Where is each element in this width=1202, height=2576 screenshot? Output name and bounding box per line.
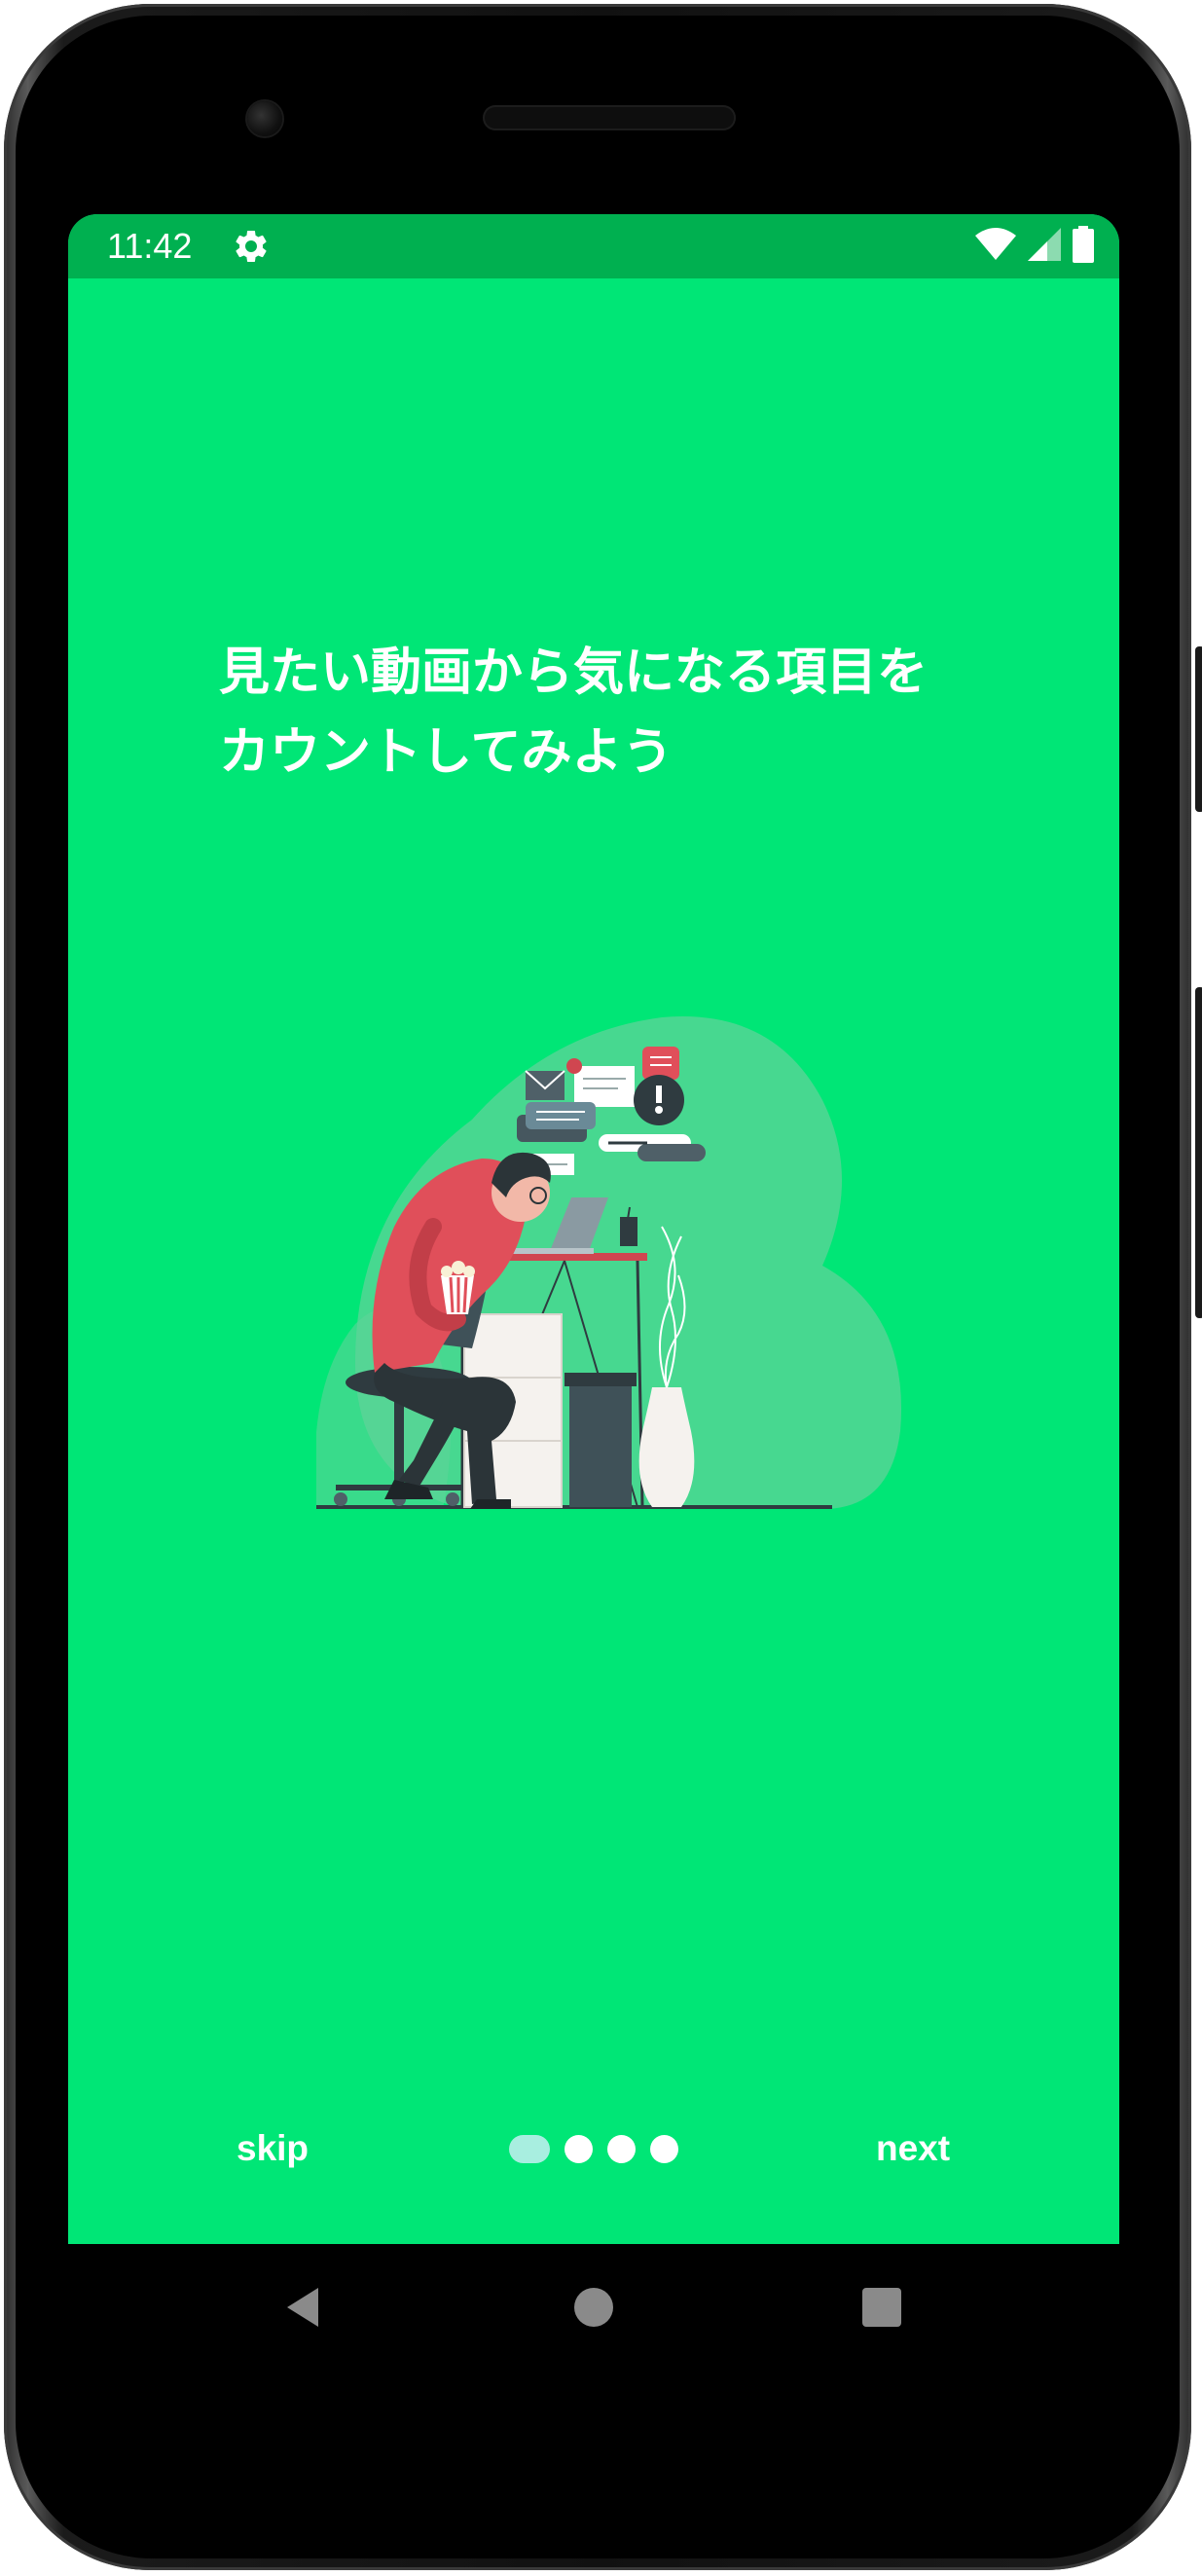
page-indicator [509, 2134, 678, 2163]
onboarding-bottom-bar: skip next [68, 2103, 1119, 2200]
page-indicator-dot-3[interactable] [607, 2134, 636, 2163]
volume-button [1195, 646, 1202, 812]
onboarding-illustration [314, 974, 949, 1538]
status-bar: 11:42 [68, 214, 1119, 278]
status-icons [975, 226, 1094, 267]
wifi-icon [975, 228, 1016, 265]
system-navigation-bar [68, 2244, 1119, 2371]
home-icon[interactable] [565, 2278, 623, 2337]
status-time: 11:42 [107, 226, 193, 266]
recents-icon[interactable] [853, 2278, 911, 2337]
power-button [1195, 987, 1202, 1318]
page-indicator-dot-4[interactable] [650, 2134, 678, 2163]
back-icon[interactable] [275, 2278, 334, 2337]
next-button[interactable]: next [876, 2124, 950, 2173]
page-indicator-dot-1[interactable] [509, 2134, 550, 2163]
onboarding-headline: 見たい動画から気になる項目を カウントしてみよう [219, 633, 1056, 792]
app-screen: 11:42 見たい動画から気になる項目を カウントしてみよう skip next [68, 214, 1119, 2244]
signal-icon [1028, 228, 1061, 265]
earpiece-speaker [483, 105, 736, 130]
battery-icon [1073, 226, 1094, 267]
headline-line-1: 見たい動画から気になる項目を [219, 644, 929, 702]
settings-icon [232, 227, 271, 266]
front-camera [247, 101, 282, 136]
page-indicator-dot-2[interactable] [565, 2134, 593, 2163]
skip-button[interactable]: skip [237, 2124, 309, 2173]
headline-line-2: カウントしてみよう [219, 723, 674, 782]
